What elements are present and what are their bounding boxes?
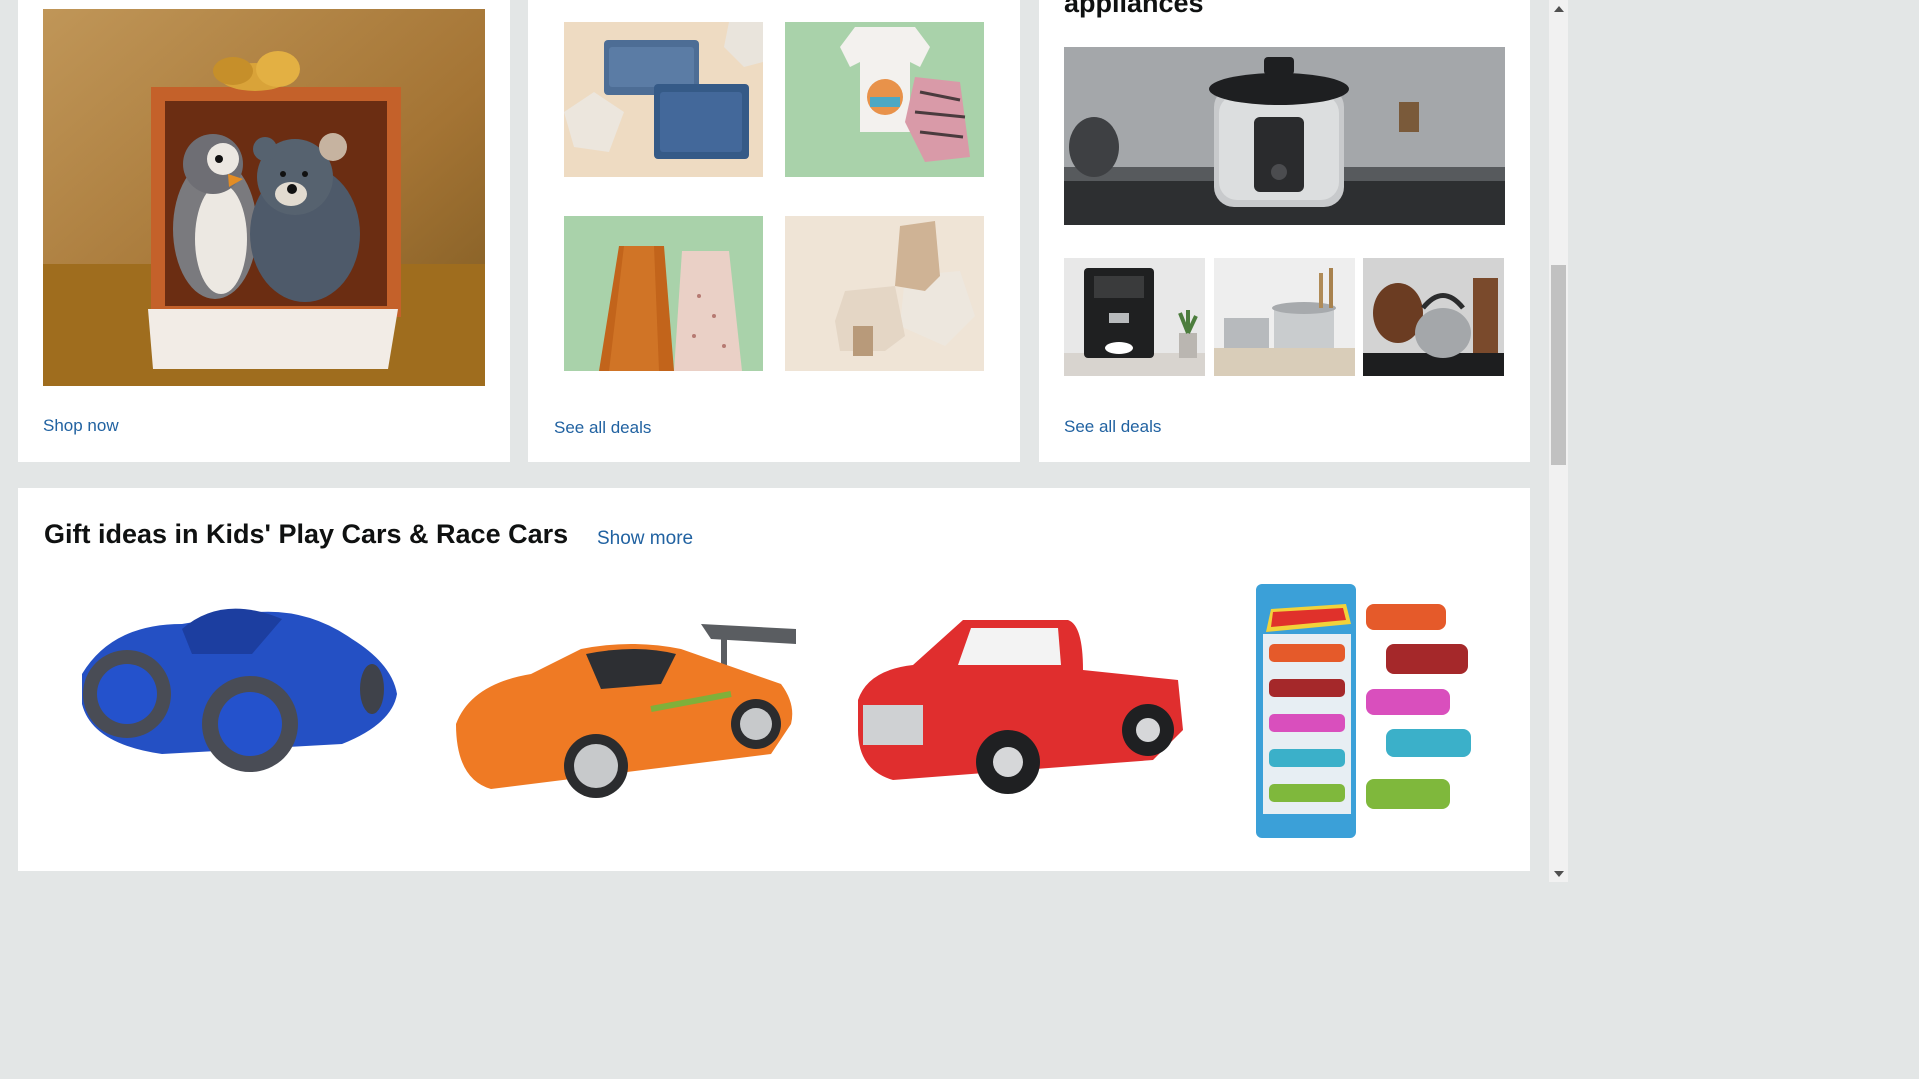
vertical-scrollbar[interactable] [1549, 0, 1568, 882]
slip-dresses-image[interactable] [564, 216, 763, 371]
blue-toy-car-image[interactable] [72, 584, 399, 838]
show-more-link[interactable]: Show more [597, 528, 693, 550]
orange-supra-car-image[interactable] [451, 614, 801, 804]
scrollbar-thumb[interactable] [1551, 265, 1566, 465]
pressure-cooker-image[interactable] [1064, 47, 1505, 225]
bottom-background-strip [0, 871, 1549, 882]
fashion-see-all-deals-link[interactable]: See all deals [554, 418, 651, 438]
gift-ideas-row: Gift ideas in Kids' Play Cars & Race Car… [18, 488, 1530, 871]
page: Shop now See all deals appliances See al… [0, 0, 1549, 882]
graphic-tees-image[interactable] [785, 22, 984, 177]
fashion-card: See all deals [528, 0, 1020, 462]
jeans-image[interactable] [564, 22, 763, 177]
plush-gift-box-image[interactable] [43, 9, 485, 386]
row-title: Gift ideas in Kids' Play Cars & Race Car… [44, 519, 569, 549]
appliances-card: appliances See all deals [1039, 0, 1530, 462]
scroll-up-arrow-icon[interactable] [1549, 0, 1568, 17]
gift-card: Shop now [18, 0, 510, 462]
red-pickup-truck-image[interactable] [853, 610, 1198, 802]
ankle-boots-image[interactable] [785, 216, 984, 371]
appliances-title: appliances [1064, 0, 1204, 18]
cookware-set-image[interactable] [1214, 258, 1355, 376]
kettle-image[interactable] [1363, 258, 1504, 376]
scroll-down-arrow-icon[interactable] [1549, 865, 1568, 882]
hot-wheels-five-pack-image[interactable] [1251, 584, 1477, 838]
shop-now-link[interactable]: Shop now [43, 416, 119, 436]
espresso-machine-image[interactable] [1064, 258, 1205, 376]
appliances-see-all-deals-link[interactable]: See all deals [1064, 417, 1161, 437]
